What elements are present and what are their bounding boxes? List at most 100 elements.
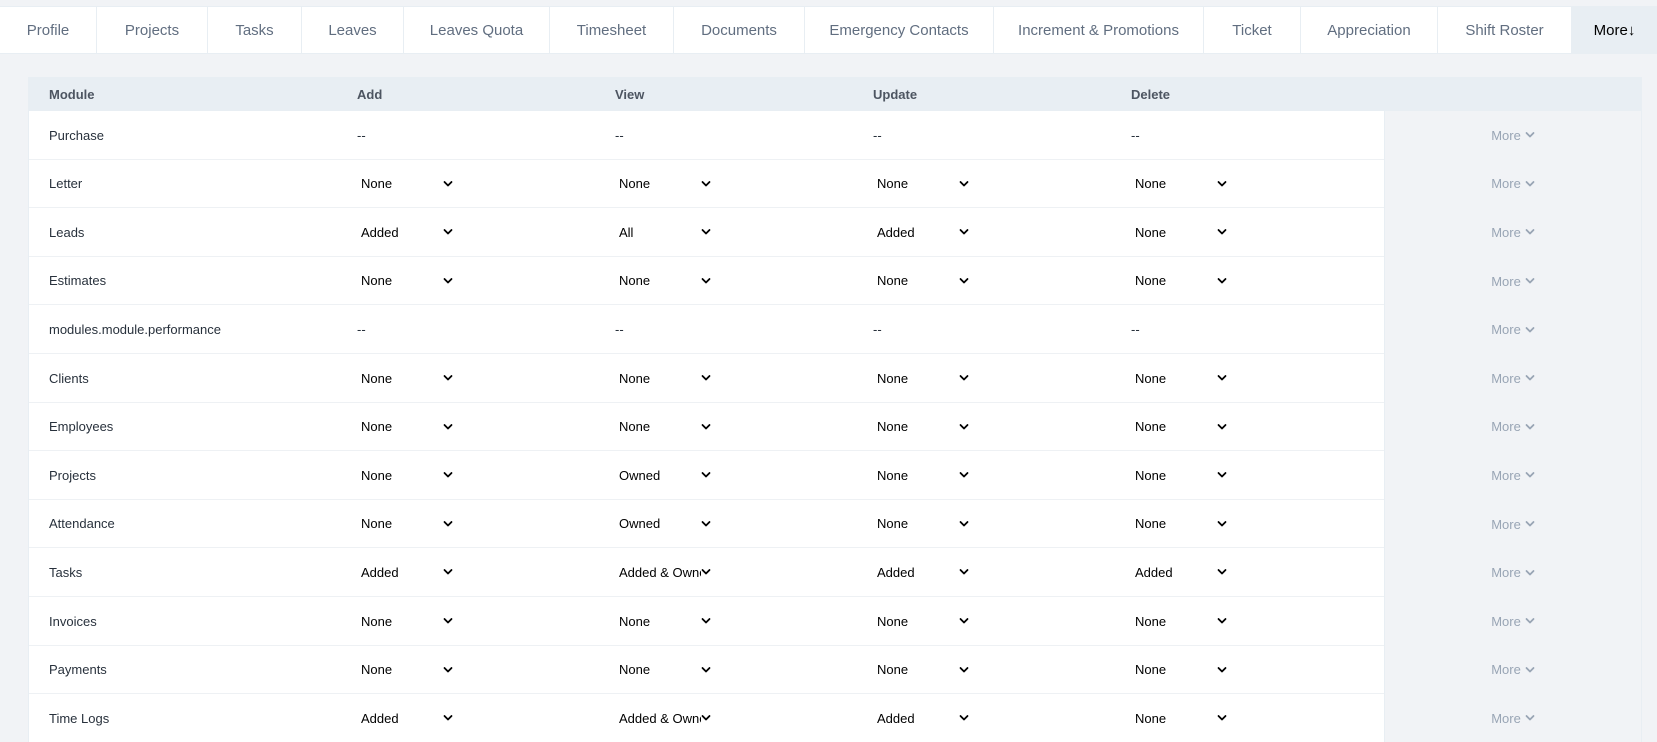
delete-permission-select[interactable]: None [1131, 363, 1231, 393]
view-permission-select[interactable]: None [615, 266, 715, 296]
add-permission-select[interactable]: Added [357, 557, 457, 587]
more-toggle-button[interactable]: More [1384, 354, 1641, 403]
update-permission-select[interactable]: Added [873, 557, 973, 587]
more-toggle-button[interactable]: More [1384, 694, 1641, 742]
view-permission-select[interactable]: None [615, 169, 715, 199]
tab-leaves-quota[interactable]: Leaves Quota [404, 7, 550, 53]
chevron-down-icon [1217, 519, 1227, 529]
add-cell: Added [357, 694, 457, 742]
chevron-down-icon [1525, 568, 1535, 578]
chevron-down-icon [1217, 665, 1227, 675]
view-permission-select[interactable]: Owned [615, 460, 715, 490]
tab-projects[interactable]: Projects [97, 7, 208, 53]
update-permission-select[interactable]: None [873, 412, 973, 442]
add-cell: None [357, 257, 457, 305]
more-toggle-button[interactable]: More [1384, 499, 1641, 549]
delete-permission-select[interactable]: None [1131, 169, 1231, 199]
update-permission-select[interactable]: Added [873, 217, 973, 247]
update-permission-select[interactable]: Added [873, 703, 973, 733]
view-permission-select[interactable]: Owned [615, 509, 715, 539]
tab-leaves[interactable]: Leaves [302, 7, 404, 53]
view-cell: Owned [615, 500, 715, 548]
add-permission-select[interactable]: None [357, 363, 457, 393]
more-toggle-button[interactable]: More [1384, 111, 1641, 160]
more-label: More [1491, 613, 1521, 629]
tab-shift-roster[interactable]: Shift Roster [1438, 7, 1572, 53]
delete-permission-select[interactable]: None [1131, 655, 1231, 685]
more-toggle-button[interactable]: More [1384, 305, 1641, 354]
add-permission-select[interactable]: None [357, 460, 457, 490]
select-value: None [877, 176, 909, 192]
delete-permission-select[interactable]: None [1131, 266, 1231, 296]
tab-label: Documents [701, 21, 777, 39]
more-toggle-button[interactable]: More [1384, 159, 1641, 209]
view-permission-select[interactable]: None [615, 606, 715, 636]
add-permission-select[interactable]: None [357, 606, 457, 636]
delete-permission-select[interactable]: None [1131, 606, 1231, 636]
add-permission-select[interactable]: None [357, 412, 457, 442]
select-value: Owned [619, 467, 661, 483]
view-permission-select[interactable]: None [615, 363, 715, 393]
update-permission-select[interactable]: None [873, 655, 973, 685]
add-permission-select[interactable]: Added [357, 217, 457, 247]
update-permission-select[interactable]: None [873, 266, 973, 296]
add-permission-select[interactable]: None [357, 509, 457, 539]
add-permission-select[interactable]: None [357, 655, 457, 685]
select-value: None [1135, 710, 1167, 726]
update-permission-select[interactable]: None [873, 363, 973, 393]
update-permission-select[interactable]: None [873, 169, 973, 199]
tab-documents[interactable]: Documents [674, 7, 805, 53]
view-cell: Owned [615, 451, 715, 499]
tab-tasks[interactable]: Tasks [208, 7, 302, 53]
add-permission-select[interactable]: Added [357, 703, 457, 733]
chevron-down-icon [1525, 713, 1535, 723]
add-cell: Added [357, 548, 457, 596]
update-permission-select[interactable]: None [873, 509, 973, 539]
delete-permission-select[interactable]: Added [1131, 557, 1231, 587]
more-toggle-button[interactable]: More [1384, 208, 1641, 257]
chevron-down-icon [1525, 519, 1535, 529]
more-toggle-button[interactable]: More [1384, 256, 1641, 306]
chevron-down-icon [1217, 713, 1227, 723]
more-toggle-button[interactable]: More [1384, 597, 1641, 646]
view-permission-select[interactable]: None [615, 655, 715, 685]
chevron-down-icon [1525, 130, 1535, 140]
view-permission-select[interactable]: None [615, 412, 715, 442]
more-label: More [1491, 273, 1521, 289]
module-name: Payments [49, 662, 107, 678]
tab-ticket[interactable]: Ticket [1204, 7, 1301, 53]
chevron-down-icon [1217, 227, 1227, 237]
view-permission-select[interactable]: Added & Owned [615, 703, 715, 733]
delete-permission-select[interactable]: None [1131, 509, 1231, 539]
more-toggle-button[interactable]: More [1384, 451, 1641, 500]
view-permission-select[interactable]: All [615, 217, 715, 247]
delete-cell: None [1131, 354, 1231, 402]
update-permission-select[interactable]: None [873, 606, 973, 636]
update-permission-select[interactable]: None [873, 460, 973, 490]
tab-more[interactable]: More ↓ [1572, 7, 1657, 53]
chevron-down-icon [701, 713, 711, 723]
chevron-down-icon [1217, 179, 1227, 189]
add-permission-select[interactable]: None [357, 266, 457, 296]
chevron-down-icon [701, 616, 711, 626]
delete-permission-select[interactable]: None [1131, 412, 1231, 442]
more-toggle-button[interactable]: More [1384, 645, 1641, 695]
view-cell: None [615, 597, 715, 645]
tab-timesheet[interactable]: Timesheet [550, 7, 674, 53]
view-cell: None [615, 403, 715, 451]
delete-permission-select[interactable]: None [1131, 703, 1231, 733]
tab-emergency-contacts[interactable]: Emergency Contacts [805, 7, 994, 53]
tab-increment-promotions[interactable]: Increment & Promotions [994, 7, 1204, 53]
view-permission-select[interactable]: Added & Owned [615, 557, 715, 587]
more-toggle-button[interactable]: More [1384, 402, 1641, 452]
delete-permission-select[interactable]: None [1131, 217, 1231, 247]
table-row: Clients None None None None More [29, 354, 1641, 403]
add-permission-select[interactable]: None [357, 169, 457, 199]
column-header-add: Add [357, 87, 383, 102]
chevron-down-icon [701, 179, 711, 189]
tab-appreciation[interactable]: Appreciation [1301, 7, 1438, 53]
tab-profile[interactable]: Profile [0, 7, 97, 53]
delete-permission-select[interactable]: None [1131, 460, 1231, 490]
update-cell: None [873, 354, 973, 402]
more-toggle-button[interactable]: More [1384, 548, 1641, 597]
